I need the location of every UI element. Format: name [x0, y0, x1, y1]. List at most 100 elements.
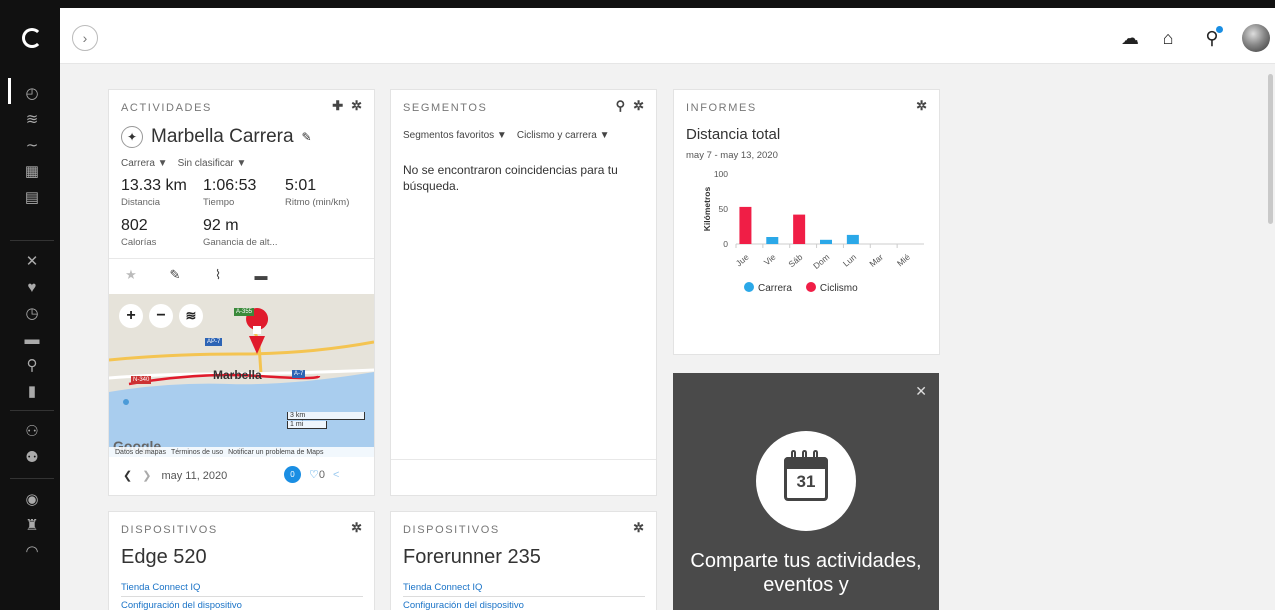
reports-icon[interactable]: ▮: [21, 380, 43, 402]
card-label: DISPOSITIVOS: [121, 524, 218, 536]
connect-iq-link[interactable]: Tienda Connect IQ: [121, 582, 363, 597]
edit-icon[interactable]: ✎: [165, 265, 185, 285]
report-title[interactable]: Distancia total: [686, 126, 780, 143]
device-name[interactable]: Edge 520: [121, 546, 207, 569]
training-icon[interactable]: ✕: [21, 250, 43, 272]
activity-date: may 11, 2020: [161, 469, 228, 482]
gear-icon[interactable]: ✲: [916, 98, 927, 114]
close-icon[interactable]: ✕: [915, 383, 927, 400]
search-icon[interactable]: ⚲: [616, 98, 626, 114]
like-count: 0: [318, 469, 325, 481]
segment-filters: Segmentos favoritos ▼ Ciclismo y carrera…: [403, 130, 610, 141]
road-label: A-355: [234, 308, 255, 316]
gear-icon[interactable]: ✲: [633, 98, 644, 114]
zoom-in-button[interactable]: +: [119, 304, 143, 328]
shoe-icon[interactable]: ▬: [251, 265, 271, 285]
card-label: INFORMES: [686, 102, 757, 114]
star-icon[interactable]: ★: [121, 265, 141, 285]
segments-card: SEGMENTOS ⚲ ✲ Segmentos favoritos ▼ Cicl…: [390, 89, 657, 496]
groups-icon[interactable]: ⚉: [21, 446, 43, 468]
card-tools: ✚ ✲: [332, 98, 362, 114]
activity-icon[interactable]: ∼: [21, 134, 43, 156]
next-activity-button[interactable]: ❯: [142, 469, 151, 482]
avatar[interactable]: [1242, 24, 1270, 52]
legend-item-carrera[interactable]: Carrera: [744, 282, 792, 294]
add-icon[interactable]: ✚: [332, 98, 343, 114]
like-button[interactable]: ♡0: [309, 468, 325, 481]
gear-icon[interactable]: ✲: [351, 520, 362, 536]
insights-icon[interactable]: ◉: [21, 488, 43, 510]
scrollbar[interactable]: [1268, 74, 1273, 224]
terms-link[interactable]: Términos de uso: [171, 449, 223, 456]
location-icon[interactable]: ⚲: [21, 354, 43, 376]
connect-logo[interactable]: [22, 28, 42, 48]
device-name[interactable]: Forerunner 235: [403, 546, 541, 569]
favorite-segments-select[interactable]: Segmentos favoritos ▼: [403, 130, 507, 141]
device-settings-link[interactable]: Configuración del dispositivo: [121, 600, 363, 610]
legend-item-ciclismo[interactable]: Ciclismo: [805, 282, 858, 294]
inbox-icon[interactable]: ⌂: [1156, 26, 1180, 50]
pencil-icon[interactable]: ✎: [302, 130, 312, 144]
notification-dot: [1216, 26, 1223, 33]
activity-header: ✦ Marbella Carrera ✎: [121, 126, 312, 148]
activity-title[interactable]: Marbella Carrera: [151, 126, 294, 148]
empty-message: No se encontraron coincidencias para tu …: [403, 163, 618, 194]
map-footer: Datos de mapas Términos de uso Notificar…: [109, 447, 374, 457]
watch-icon[interactable]: ⚲: [1200, 26, 1224, 50]
chevron-right-icon[interactable]: ›: [72, 25, 98, 51]
card-label: DISPOSITIVOS: [403, 524, 500, 536]
promo-text: Comparte tus actividades, eventos y: [690, 550, 922, 596]
connections-icon[interactable]: ⚇: [21, 420, 43, 442]
layers-icon[interactable]: ≋: [21, 108, 43, 130]
gear-icon[interactable]: ✲: [633, 520, 644, 536]
report-problem-link[interactable]: Notificar un problema de Maps: [228, 449, 323, 456]
y-tick-label: 0: [723, 239, 728, 249]
card-tools: ✲: [351, 520, 362, 536]
bar-ciclismo-sáb: [793, 214, 806, 244]
share-icon[interactable]: <: [333, 469, 339, 481]
activity-filters: Carrera ▼ Sin clasificar ▼: [121, 158, 246, 169]
sidebar-divider: [10, 410, 54, 411]
card-tools: ⚲ ✲: [616, 98, 644, 114]
promo-card: ✕ 31 Comparte tus actividades, eventos y: [673, 373, 939, 610]
calendar-icon[interactable]: ▦: [21, 160, 43, 182]
map-data-link[interactable]: Datos de mapas: [115, 449, 166, 456]
card-tools: ✲: [916, 98, 927, 114]
road-label: AP-7: [205, 338, 223, 346]
health-icon[interactable]: ♥: [21, 276, 43, 298]
zoom-out-button[interactable]: −: [149, 304, 173, 328]
device-settings-link[interactable]: Configuración del dispositivo: [403, 600, 645, 610]
dashboard-icon[interactable]: ◴: [21, 82, 43, 104]
x-tick-label: Mar: [867, 252, 885, 269]
prev-activity-button[interactable]: ❮: [123, 469, 132, 482]
news-icon[interactable]: ▤: [21, 186, 43, 208]
distance-chart: Kilómetros 0 50 100 Jue Vie Sáb Dom Lun Mar Mié: [702, 169, 924, 271]
comment-count[interactable]: 0: [284, 466, 301, 483]
x-tick-label: Vie: [762, 252, 778, 268]
gear-icon[interactable]: ✲: [351, 98, 362, 114]
activity-class-select[interactable]: Sin clasificar ▼: [178, 158, 247, 169]
x-tick-label: Mié: [895, 252, 912, 269]
reports-card: INFORMES ✲ Distancia total may 7 - may 1…: [673, 89, 940, 355]
y-tick-label: 50: [719, 204, 729, 214]
timer-icon[interactable]: ◷: [21, 302, 43, 324]
layers-icon[interactable]: ≋: [179, 304, 203, 328]
x-tick-label: Sáb: [786, 252, 804, 270]
gear-shoe-icon[interactable]: ▬: [21, 328, 43, 350]
stat-calories: 802 Calorías: [121, 217, 157, 248]
trophy-icon[interactable]: ♜: [21, 514, 43, 536]
y-tick-label: 100: [714, 169, 728, 179]
report-date-range: may 7 - may 13, 2020: [686, 150, 778, 161]
stat-time: 1:06:53 Tiempo: [203, 177, 257, 208]
segment-type-select[interactable]: Ciclismo y carrera ▼: [517, 130, 610, 141]
chart-icon[interactable]: ⌇: [208, 265, 228, 285]
cloud-upload-icon[interactable]: ☁: [1118, 26, 1142, 50]
activity-map[interactable]: + − ≋ A-355 AP-7 N-340 A-7 Marbella 3 km…: [109, 294, 374, 457]
more-icon[interactable]: ◠: [21, 540, 43, 562]
topbar: › ☁ ⌂ ⚲: [60, 8, 1275, 64]
running-icon: ✦: [121, 126, 143, 148]
connect-iq-link[interactable]: Tienda Connect IQ: [403, 582, 645, 597]
activity-social: 0 ♡0 <: [284, 466, 339, 483]
activity-type-select[interactable]: Carrera ▼: [121, 158, 168, 169]
sidebar: ◴ ≋ ∼ ▦ ▤ ✕ ♥ ◷ ▬ ⚲ ▮ ⚇ ⚉ ◉ ♜ ◠: [0, 0, 60, 610]
